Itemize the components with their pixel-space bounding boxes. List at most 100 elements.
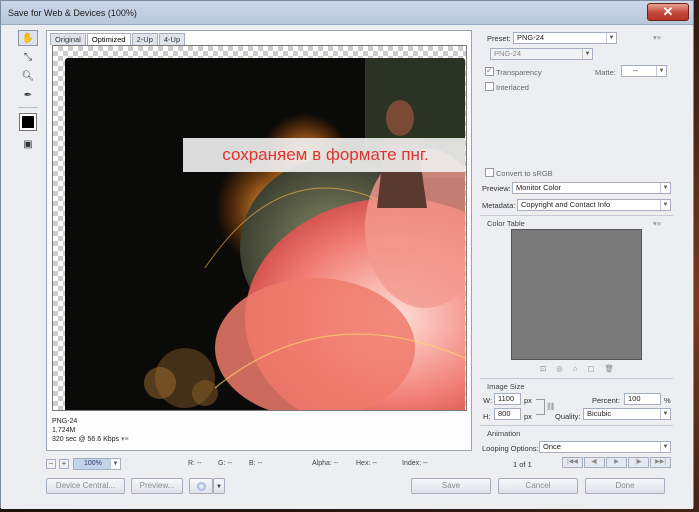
preview-select[interactable]: Monitor Color ▼ [512,182,671,194]
preset-select[interactable]: PNG-24 ▼ [513,32,617,44]
chevron-down-icon: ▼ [110,459,120,469]
convert-srgb-label: Convert to sRGB [496,169,553,178]
image-preview[interactable]: сохраняем в формате пнг. [52,45,467,411]
frame-counter: 1 of 1 [513,460,532,469]
info-format: PNG-24 [52,418,78,425]
matte-select[interactable]: -- ▼ [621,65,667,77]
tab-2-up[interactable]: 2-Up [131,33,158,45]
done-button[interactable]: Done [585,478,665,494]
web-shift-icon[interactable]: ◎ [556,364,563,373]
chevron-down-icon: ▼ [660,409,670,419]
interlaced-label: Interlaced [496,83,529,92]
browser-icon [196,482,206,491]
transparency-checkbox[interactable] [485,66,494,76]
constrain-proportions-bracket [536,399,545,415]
zoom-level-select[interactable]: 100% ▼ [73,458,121,470]
quality-select[interactable]: Bicubic ▼ [583,408,671,420]
last-frame-icon[interactable]: ▶▶| [650,457,671,468]
panel-divider [480,215,673,216]
delete-color-icon[interactable]: 🗑︎ [604,364,614,373]
hand-tool-icon[interactable]: ✋ [18,30,38,46]
red-readout: R: -- [188,460,202,467]
toggle-slices-icon[interactable]: ▣ [18,136,38,152]
new-color-icon[interactable]: ▢ [587,364,594,373]
matte-value: -- [633,66,638,75]
save-for-web-dialog: Save for Web & Devices (100%) ✕ ✋ ⤡ 🔍︎ ✒… [0,0,694,509]
previous-frame-icon[interactable]: ◀| [584,457,605,468]
preview-label: Preview: [482,184,511,193]
color-table-menu-icon[interactable]: ▾≡ [653,219,661,228]
panel-divider [480,378,673,379]
color-table-actions: ⊡ ◎ ⌂ ▢ 🗑︎ [540,364,614,373]
zoom-in-button[interactable]: + [59,459,69,469]
chevron-down-icon: ▼ [660,442,670,452]
info-menu-icon[interactable]: ▾≡ [121,436,129,443]
convert-srgb-checkbox[interactable] [485,168,494,177]
optimize-menu-icon[interactable]: ▾≡ [653,33,661,42]
device-central-button[interactable]: Device Central... [46,478,125,494]
metadata-value: Copyright and Contact Info [521,200,611,209]
tool-divider [18,107,38,108]
preview-button[interactable]: Preview... [131,478,183,494]
chevron-down-icon: ▼ [660,183,670,193]
cancel-button[interactable]: Cancel [498,478,578,494]
percent-unit: % [664,396,671,405]
chevron-down-icon: ▼ [606,33,616,43]
tab-optimized[interactable]: Optimized [86,33,131,45]
interlaced-checkbox[interactable] [485,82,494,91]
height-input[interactable]: 800 [494,408,521,420]
chevron-down-icon: ▼ [656,66,666,76]
percent-input[interactable]: 100 [624,393,661,405]
browser-preview-button[interactable] [189,478,213,494]
info-size: 1,724M [52,427,76,434]
animation-controls: |◀◀ ◀| ▶ |▶ ▶▶| [562,457,671,468]
zoom-out-button[interactable]: − [46,459,56,469]
width-unit: px [524,396,532,405]
status-bar: − + 100% ▼ R: -- G: -- B: -- Alpha: -- He… [46,457,472,471]
image-size-title: Image Size [487,382,525,391]
browser-menu-button[interactable]: ▼ [213,478,225,494]
alpha-readout: Alpha: -- [312,460,339,467]
info-download-time: 320 sec @ 56.6 Kbps ▾≡ [52,436,129,443]
map-colors-icon[interactable]: ⊡ [540,364,546,373]
green-readout: G: -- [218,460,232,467]
preview-image: сохраняем в формате пнг. [65,58,465,410]
close-button[interactable]: ✕ [647,3,689,21]
link-icon[interactable]: ⛓ [546,402,556,411]
metadata-select[interactable]: Copyright and Contact Info ▼ [517,199,671,211]
slice-select-tool-icon[interactable]: ⤡ [18,49,38,65]
color-table[interactable] [511,229,642,360]
next-frame-icon[interactable]: |▶ [628,457,649,468]
width-input[interactable]: 1100 [494,393,521,405]
save-button[interactable]: Save [411,478,491,494]
play-icon[interactable]: ▶ [606,457,627,468]
blue-readout: B: -- [249,460,263,467]
preset-value: PNG-24 [517,33,545,42]
tab-4-up[interactable]: 4-Up [158,33,186,45]
chevron-down-icon: ▼ [660,200,670,210]
preset-label: Preset: [487,34,511,43]
file-format-select[interactable]: PNG-24 ▼ [490,48,593,60]
preview-panel: Original Optimized 2-Up 4-Up сохраняем в… [46,30,472,451]
color-table-title: Color Table [487,219,525,228]
eyedropper-color-swatch[interactable] [19,113,37,131]
photo-artwork [65,58,465,410]
preview-value: Monitor Color [516,183,562,192]
eyedropper-tool-icon[interactable]: ✒ [18,87,38,103]
quality-label: Quality: [555,412,581,421]
animation-title: Animation [487,429,521,438]
height-label: H: [483,412,491,421]
looping-options-label: Looping Options: [482,444,539,453]
metadata-label: Metadata: [482,201,516,210]
first-frame-icon[interactable]: |◀◀ [562,457,583,468]
lock-color-icon[interactable]: ⌂ [573,364,578,373]
quality-value: Bicubic [587,409,612,418]
height-unit: px [524,412,532,421]
image-info: PNG-24 1,724M 320 sec @ 56.6 Kbps ▾≡ [52,417,129,444]
panel-divider [480,425,673,426]
zoom-tool-icon[interactable]: 🔍︎ [18,68,38,84]
window-title: Save for Web & Devices (100%) [8,8,137,18]
tab-original[interactable]: Original [50,33,86,45]
looping-options-select[interactable]: Once ▼ [539,441,671,453]
percent-label: Percent: [592,396,620,405]
